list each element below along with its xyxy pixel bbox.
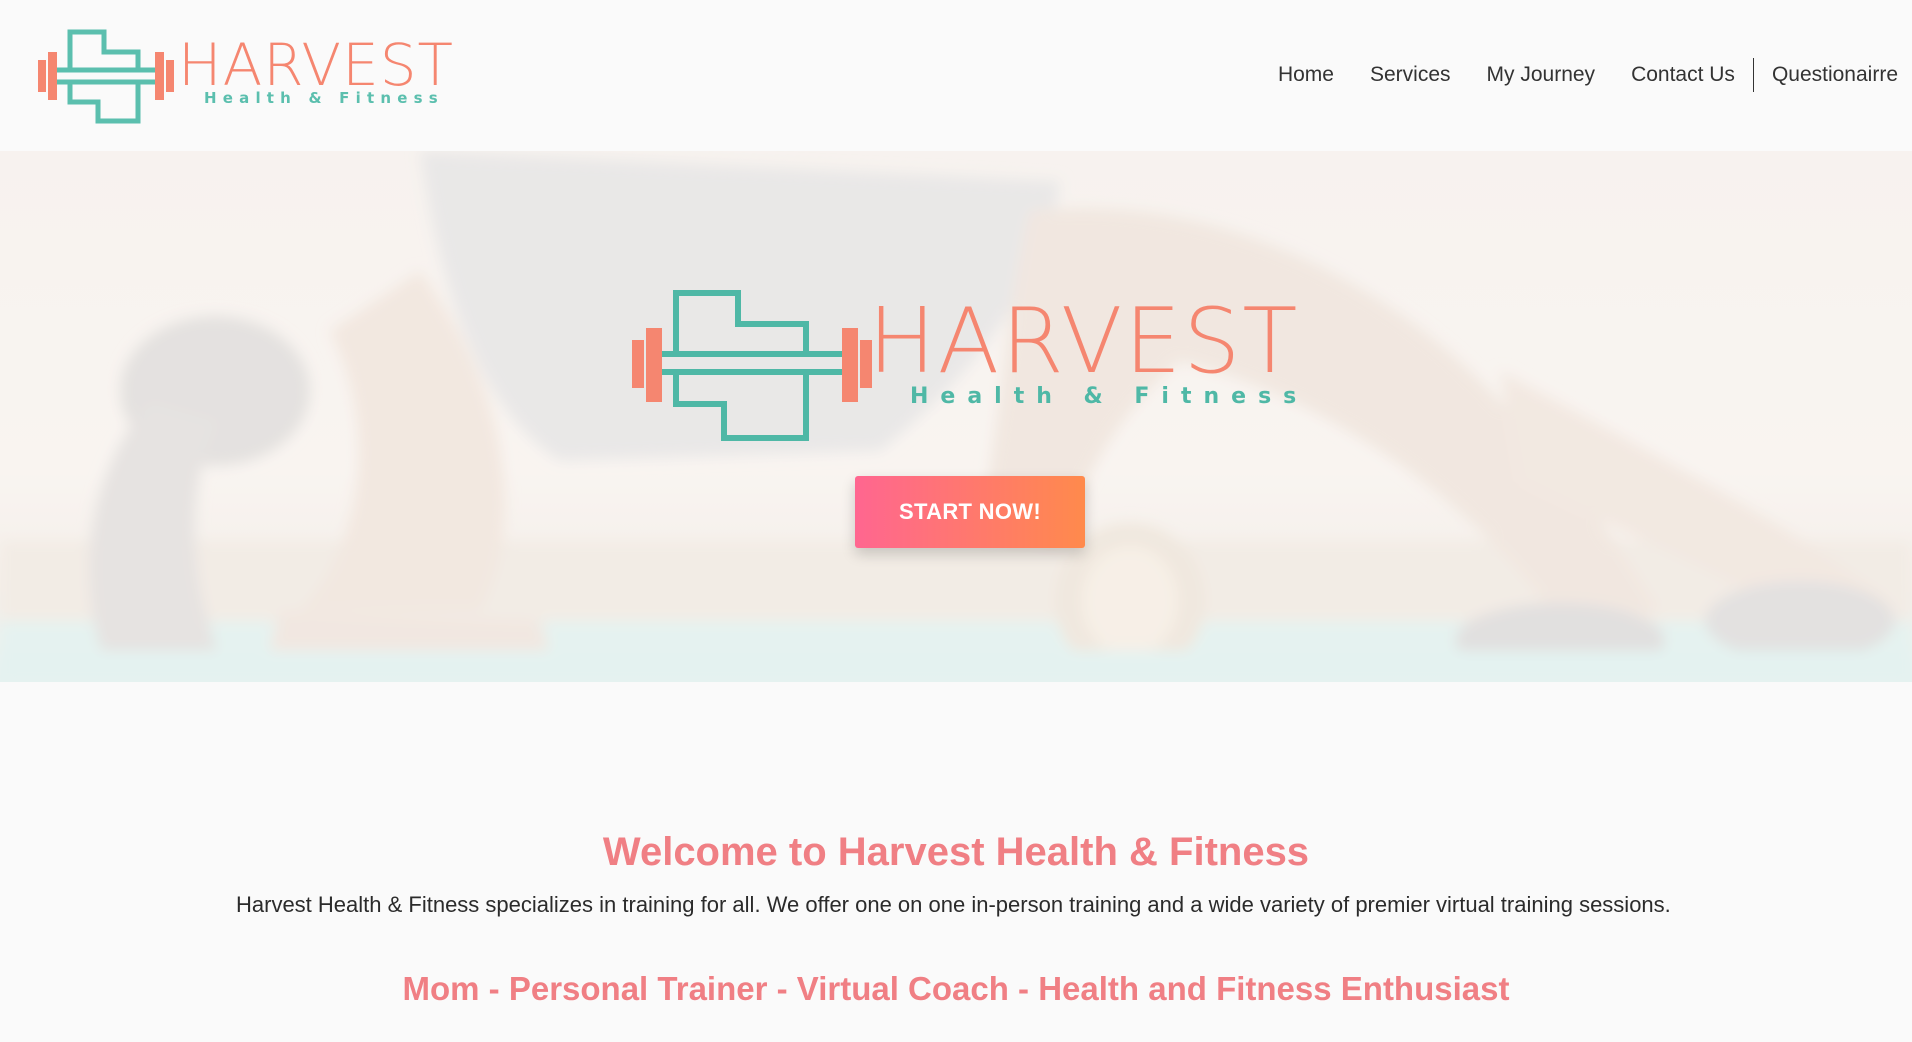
logo-wordmark: HARVEST	[178, 31, 454, 99]
logo-tagline: Health & Fitness	[204, 89, 444, 107]
hero-logo-wordmark: HARVEST	[868, 289, 1300, 394]
page: HARVEST Health & Fitness Home Services M…	[0, 0, 1912, 1042]
dumbbell-h-icon	[38, 29, 174, 124]
nav-questionairre[interactable]: Questionairre	[1772, 55, 1898, 95]
hero-logo: HARVEST Health & Fitness	[632, 286, 1332, 446]
dumbbell-h-icon	[632, 290, 872, 441]
nav-divider	[1752, 58, 1754, 92]
hero-section: HARVEST Health & Fitness START NOW!	[0, 151, 1912, 682]
nav-my-journey[interactable]: My Journey	[1487, 55, 1596, 95]
site-logo[interactable]: HARVEST Health & Fitness	[36, 28, 453, 124]
roles-subheading: Mom - Personal Trainer - Virtual Coach -…	[402, 970, 1510, 1007]
nav-contact-us[interactable]: Contact Us	[1631, 55, 1735, 95]
nav-services[interactable]: Services	[1370, 55, 1451, 95]
nav-home[interactable]: Home	[1278, 55, 1334, 95]
start-now-button[interactable]: START NOW!	[855, 476, 1085, 548]
hero-logo-tagline: Health & Fitness	[910, 384, 1309, 409]
site-header: HARVEST Health & Fitness Home Services M…	[0, 0, 1912, 151]
welcome-heading: Welcome to Harvest Health & Fitness	[602, 830, 1310, 874]
main-nav: Home Services My Journey Contact Us Ques…	[1278, 55, 1898, 95]
intro-paragraph: Harvest Health & Fitness specializes in …	[236, 892, 1671, 917]
